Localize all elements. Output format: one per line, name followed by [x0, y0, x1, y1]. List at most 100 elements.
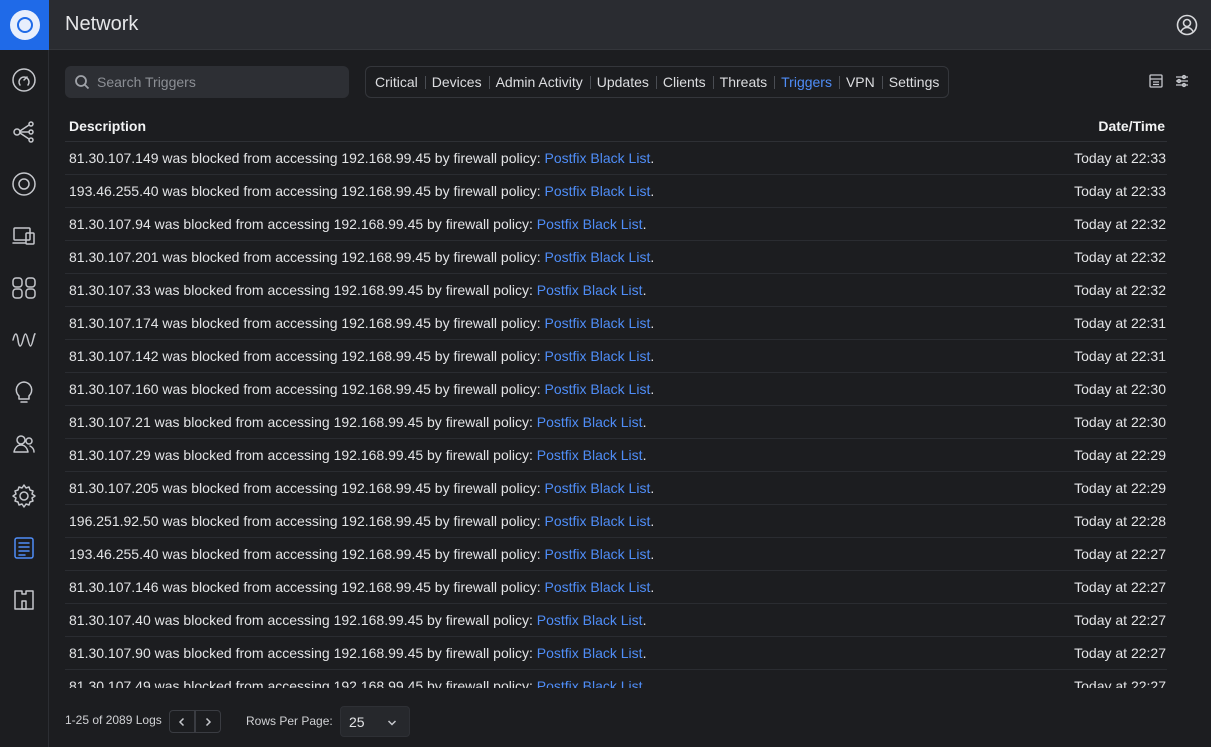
- alerts-icon[interactable]: [10, 378, 38, 406]
- source-ip: 196.251.92.50: [69, 513, 159, 529]
- app-logo[interactable]: [0, 0, 49, 50]
- tab-admin-activity[interactable]: Admin Activity: [488, 67, 590, 97]
- ports-icon[interactable]: [10, 274, 38, 302]
- tab-devices[interactable]: Devices: [424, 67, 489, 97]
- tab-triggers[interactable]: Triggers: [774, 67, 839, 97]
- security-icon[interactable]: [10, 586, 38, 614]
- policy-link[interactable]: Postfix Black List: [537, 447, 643, 463]
- event-text: was blocked from accessing 192.168.99.45…: [150, 414, 537, 430]
- column-description[interactable]: Description: [69, 118, 146, 134]
- policy-link[interactable]: Postfix Black List: [545, 150, 651, 166]
- table-row[interactable]: 81.30.107.142 was blocked from accessing…: [65, 340, 1167, 373]
- event-text: was blocked from accessing 192.168.99.45…: [150, 216, 537, 232]
- tab-vpn[interactable]: VPN: [838, 67, 882, 97]
- policy-link[interactable]: Postfix Black List: [545, 546, 651, 562]
- policy-link[interactable]: Postfix Black List: [537, 282, 643, 298]
- app-title: Network: [65, 13, 139, 35]
- policy-link[interactable]: Postfix Black List: [537, 645, 643, 661]
- user-icon[interactable]: [1176, 14, 1198, 36]
- policy-link[interactable]: Postfix Black List: [537, 678, 643, 688]
- prev-page-button[interactable]: [169, 710, 195, 733]
- policy-link[interactable]: Postfix Black List: [537, 414, 643, 430]
- source-ip: 81.30.107.149: [69, 150, 159, 166]
- event-text: was blocked from accessing 192.168.99.45…: [158, 381, 545, 397]
- users-icon[interactable]: [10, 430, 38, 458]
- tab-settings[interactable]: Settings: [881, 67, 947, 97]
- policy-link[interactable]: Postfix Black List: [545, 579, 651, 595]
- tab-threats[interactable]: Threats: [712, 67, 774, 97]
- period: .: [642, 282, 647, 298]
- insights-icon[interactable]: [10, 326, 38, 354]
- table-row[interactable]: 193.46.255.40 was blocked from accessing…: [65, 175, 1167, 208]
- policy-link[interactable]: Postfix Black List: [545, 480, 651, 496]
- event-text: was blocked from accessing 192.168.99.45…: [158, 579, 545, 595]
- source-ip: 81.30.107.146: [69, 579, 159, 595]
- topology-icon[interactable]: [10, 118, 38, 146]
- event-text: was blocked from accessing 192.168.99.45…: [150, 282, 537, 298]
- logs-table: Description Date/Time 81.30.107.149 was …: [65, 111, 1167, 688]
- policy-link[interactable]: Postfix Black List: [545, 315, 651, 331]
- row-datetime: Today at 22:30: [1074, 414, 1166, 430]
- event-text: was blocked from accessing 192.168.99.45…: [158, 183, 545, 199]
- table-row[interactable]: 81.30.107.149 was blocked from accessing…: [65, 142, 1167, 175]
- row-datetime: Today at 22:32: [1074, 282, 1166, 298]
- column-datetime[interactable]: Date/Time: [1098, 118, 1165, 134]
- period: .: [642, 447, 647, 463]
- pagination-footer: 1-25 of 2089 Logs Rows Per Page: 25: [49, 690, 1211, 747]
- row-description: 81.30.107.205 was blocked from accessing…: [69, 480, 654, 496]
- export-icon[interactable]: [1148, 73, 1164, 89]
- table-row[interactable]: 81.30.107.160 was blocked from accessing…: [65, 373, 1167, 406]
- event-text: was blocked from accessing 192.168.99.45…: [158, 513, 545, 529]
- policy-link[interactable]: Postfix Black List: [545, 183, 651, 199]
- next-page-button[interactable]: [195, 710, 221, 733]
- policy-link[interactable]: Postfix Black List: [545, 348, 651, 364]
- table-row[interactable]: 81.30.107.205 was blocked from accessing…: [65, 472, 1167, 505]
- source-ip: 81.30.107.142: [69, 348, 159, 364]
- table-row[interactable]: 81.30.107.90 was blocked from accessing …: [65, 637, 1167, 670]
- table-row[interactable]: 81.30.107.33 was blocked from accessing …: [65, 274, 1167, 307]
- policy-link[interactable]: Postfix Black List: [537, 216, 643, 232]
- event-text: was blocked from accessing 192.168.99.45…: [158, 315, 545, 331]
- dashboard-icon[interactable]: [10, 66, 38, 94]
- row-datetime: Today at 22:27: [1074, 645, 1166, 661]
- row-datetime: Today at 22:29: [1074, 447, 1166, 463]
- policy-link[interactable]: Postfix Black List: [545, 513, 651, 529]
- tab-updates[interactable]: Updates: [589, 67, 656, 97]
- rows-per-page-select[interactable]: 25: [340, 706, 410, 737]
- tab-clients[interactable]: Clients: [655, 67, 713, 97]
- row-description: 81.30.107.160 was blocked from accessing…: [69, 381, 654, 397]
- policy-link[interactable]: Postfix Black List: [537, 612, 643, 628]
- logs-icon[interactable]: [10, 534, 38, 562]
- table-row[interactable]: 81.30.107.40 was blocked from accessing …: [65, 604, 1167, 637]
- table-row[interactable]: 81.30.107.21 was blocked from accessing …: [65, 406, 1167, 439]
- event-text: was blocked from accessing 192.168.99.45…: [150, 447, 537, 463]
- period: .: [650, 150, 655, 166]
- tab-critical[interactable]: Critical: [368, 67, 425, 97]
- table-row[interactable]: 196.251.92.50 was blocked from accessing…: [65, 505, 1167, 538]
- table-row[interactable]: 81.30.107.201 was blocked from accessing…: [65, 241, 1167, 274]
- row-datetime: Today at 22:28: [1074, 513, 1166, 529]
- policy-link[interactable]: Postfix Black List: [545, 381, 651, 397]
- search-input[interactable]: [97, 66, 342, 98]
- category-tabs: Critical Devices Admin Activity Updates …: [365, 66, 950, 98]
- row-description: 81.30.107.94 was blocked from accessing …: [69, 216, 646, 232]
- devices-icon[interactable]: [10, 170, 38, 198]
- client-devices-icon[interactable]: [10, 222, 38, 250]
- policy-link[interactable]: Postfix Black List: [545, 249, 651, 265]
- event-text: was blocked from accessing 192.168.99.45…: [150, 612, 537, 628]
- table-row[interactable]: 81.30.107.174 was blocked from accessing…: [65, 307, 1167, 340]
- period: .: [650, 546, 655, 562]
- settings-icon[interactable]: [10, 482, 38, 510]
- event-text: was blocked from accessing 192.168.99.45…: [158, 249, 545, 265]
- logo-icon: [9, 10, 40, 40]
- search-box[interactable]: [65, 66, 349, 98]
- table-row[interactable]: 193.46.255.40 was blocked from accessing…: [65, 538, 1167, 571]
- row-datetime: Today at 22:27: [1074, 546, 1166, 562]
- table-row[interactable]: 81.30.107.146 was blocked from accessing…: [65, 571, 1167, 604]
- filter-icon[interactable]: [1174, 73, 1190, 89]
- table-row[interactable]: 81.30.107.49 was blocked from accessing …: [65, 670, 1167, 688]
- period: .: [650, 381, 655, 397]
- table-row[interactable]: 81.30.107.94 was blocked from accessing …: [65, 208, 1167, 241]
- period: .: [642, 216, 647, 232]
- table-row[interactable]: 81.30.107.29 was blocked from accessing …: [65, 439, 1167, 472]
